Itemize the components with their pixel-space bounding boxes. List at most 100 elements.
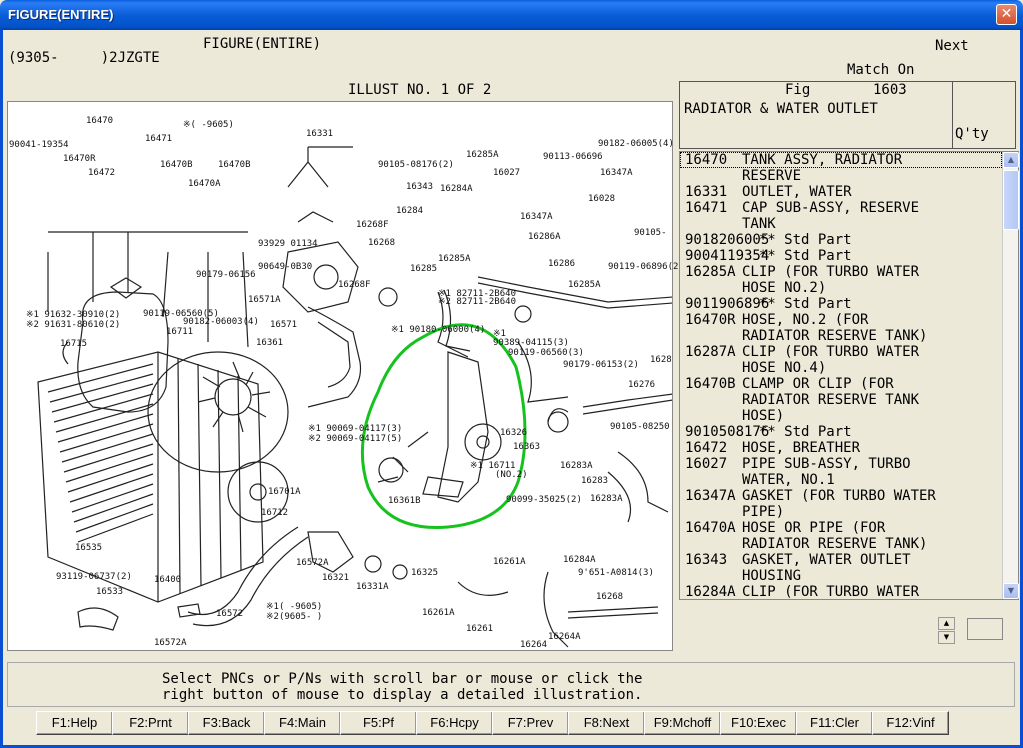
page-input[interactable]: [967, 618, 1003, 640]
diagram-label[interactable]: 90182-06003(4): [183, 317, 259, 327]
diagram-label[interactable]: 16284A: [563, 555, 596, 565]
diagram-label[interactable]: 16286: [548, 259, 575, 269]
diagram-label[interactable]: 90119-06896(2): [608, 262, 684, 272]
parts-scrollbar[interactable]: ▲ ▼: [1002, 152, 1019, 599]
part-row[interactable]: RADIATOR RESERVE TANK): [680, 536, 1002, 552]
part-row[interactable]: 16027 PIPE SUB-ASSY, TURBO: [680, 456, 1002, 472]
diagram-label[interactable]: 16326: [500, 428, 527, 438]
part-row[interactable]: 9011906896 ** Std Part: [680, 296, 1002, 312]
diagram-label[interactable]: 16261A: [493, 557, 526, 567]
part-row[interactable]: HOUSING: [680, 568, 1002, 584]
diagram-label[interactable]: 16283A: [560, 461, 593, 471]
part-row[interactable]: HOSE NO.4): [680, 360, 1002, 376]
diagram-label[interactable]: 16470A: [188, 179, 221, 189]
scroll-up-button[interactable]: ▲: [1003, 152, 1019, 168]
diagram-label[interactable]: 16286A: [528, 232, 561, 242]
diagram-label[interactable]: 16470B: [160, 160, 193, 170]
f8-next-button[interactable]: F8:Next: [568, 711, 645, 735]
page-down-spinner[interactable]: ▼: [938, 631, 955, 644]
part-row[interactable]: PIPE): [680, 504, 1002, 520]
part-row[interactable]: 16284A CLIP (FOR TURBO WATER: [680, 584, 1002, 599]
part-row[interactable]: RESERVE: [680, 168, 1002, 184]
f9-matchoff-button[interactable]: F9:Mchoff: [644, 711, 721, 735]
part-row[interactable]: 9018206005 ** Std Part: [680, 232, 1002, 248]
diagram-label[interactable]: 16264A: [548, 632, 581, 642]
diagram-label[interactable]: 16701A: [268, 487, 301, 497]
diagram-label[interactable]: 16470: [86, 116, 113, 126]
diagram-label[interactable]: 90105-08250: [610, 422, 670, 432]
part-row[interactable]: RADIATOR RESERVE TANK): [680, 328, 1002, 344]
diagram-label[interactable]: ※1 90180-06000(4): [391, 325, 485, 335]
part-row[interactable]: 16347A GASKET (FOR TURBO WATER: [680, 488, 1002, 504]
diagram-label[interactable]: 16321: [322, 573, 349, 583]
f1-help-button[interactable]: F1:Help: [36, 711, 113, 735]
scroll-thumb[interactable]: [1003, 170, 1019, 230]
diagram-label[interactable]: 16285A: [466, 150, 499, 160]
part-row[interactable]: 9004119354 ** Std Part: [680, 248, 1002, 264]
diagram-label[interactable]: 16712: [261, 508, 288, 518]
f4-main-button[interactable]: F4:Main: [264, 711, 341, 735]
diagram-label[interactable]: 16571A: [248, 295, 281, 305]
diagram-label[interactable]: 16572A: [296, 558, 329, 568]
illustration-panel[interactable]: 16470 16471 16472 16470R 16470B 16470A 1…: [7, 101, 684, 651]
diagram-label[interactable]: 16285A: [438, 254, 471, 264]
diagram-label[interactable]: 16268F: [338, 280, 371, 290]
part-row[interactable]: TANK: [680, 216, 1002, 232]
f3-back-button[interactable]: F3:Back: [188, 711, 265, 735]
part-row[interactable]: HOSE): [680, 408, 1002, 424]
diagram-label[interactable]: 16470B: [218, 160, 251, 170]
close-button[interactable]: ✕: [996, 4, 1017, 25]
part-row[interactable]: 16470 TANK ASSY, RADIATOR: [680, 152, 1002, 168]
diagram-label[interactable]: 90113-06696: [543, 152, 603, 162]
diagram-label[interactable]: 16261: [466, 624, 493, 634]
diagram-label[interactable]: 16535: [75, 543, 102, 553]
diagram-label[interactable]: ※1 91632-30910(2): [26, 310, 120, 320]
diagram-label[interactable]: 16284A: [440, 184, 473, 194]
diagram-label[interactable]: 16361: [256, 338, 283, 348]
diagram-label[interactable]: 90119-06560(3): [508, 348, 584, 358]
diagram-label[interactable]: 16285A: [568, 280, 601, 290]
diagram-label[interactable]: 90105-: [634, 228, 667, 238]
part-row[interactable]: 16471 CAP SUB-ASSY, RESERVE: [680, 200, 1002, 216]
diagram-label[interactable]: ※2 90069-04117(5): [308, 434, 402, 444]
diagram-label[interactable]: 16533: [96, 587, 123, 597]
diagram-label[interactable]: 16268: [368, 238, 395, 248]
diagram-label[interactable]: 16268: [596, 592, 623, 602]
part-row[interactable]: 16470B CLAMP OR CLIP (FOR: [680, 376, 1002, 392]
diagram-label[interactable]: 16400: [154, 575, 181, 585]
diagram-label[interactable]: 90649-0B30: [258, 262, 312, 272]
diagram-label[interactable]: 1628: [650, 355, 672, 365]
diagram-label[interactable]: 90105-08176(2): [378, 160, 454, 170]
diagram-label[interactable]: 16331: [306, 129, 333, 139]
diagram-label[interactable]: 93929 01134: [258, 239, 318, 249]
diagram-label[interactable]: 16361B: [388, 496, 421, 506]
f12-vinfo-button[interactable]: F12:Vinf: [872, 711, 949, 735]
diagram-label[interactable]: 16472: [88, 168, 115, 178]
part-row[interactable]: WATER, NO.1: [680, 472, 1002, 488]
diagram-label[interactable]: 16471: [145, 134, 172, 144]
diagram-label[interactable]: 16343: [406, 182, 433, 192]
part-row[interactable]: HOSE NO.2): [680, 280, 1002, 296]
diagram-label[interactable]: 16284: [396, 206, 423, 216]
diagram-label[interactable]: 90389-04115(3): [493, 338, 569, 348]
part-row[interactable]: 16470A HOSE OR PIPE (FOR: [680, 520, 1002, 536]
part-row[interactable]: RADIATOR RESERVE TANK: [680, 392, 1002, 408]
diagram-label[interactable]: ※1 82711-2B640: [438, 289, 516, 299]
diagram-label[interactable]: 16347A: [520, 212, 553, 222]
diagram-label[interactable]: 16571: [270, 320, 297, 330]
diagram-label[interactable]: 9'651-A0814(3): [578, 568, 654, 578]
part-row[interactable]: 16343 GASKET, WATER OUTLET: [680, 552, 1002, 568]
part-row[interactable]: 16287A CLIP (FOR TURBO WATER: [680, 344, 1002, 360]
f2-print-button[interactable]: F2:Prnt: [112, 711, 189, 735]
part-row[interactable]: 16470R HOSE, NO.2 (FOR: [680, 312, 1002, 328]
diagram-label[interactable]: 16276: [628, 380, 655, 390]
f7-prev-button[interactable]: F7:Prev: [492, 711, 569, 735]
part-row[interactable]: 9010508176 ** Std Part: [680, 424, 1002, 440]
diagram-label[interactable]: 90182-06005(4): [598, 139, 674, 149]
diagram-label[interactable]: 90099-35025(2): [506, 495, 582, 505]
diagram-label[interactable]: 93119-06737(2): [56, 572, 132, 582]
f10-exec-button[interactable]: F10:Exec: [720, 711, 797, 735]
part-row[interactable]: 16331 OUTLET, WATER: [680, 184, 1002, 200]
part-row[interactable]: 16472 HOSE, BREATHER: [680, 440, 1002, 456]
diagram-label[interactable]: ※1 90069-04117(3): [308, 424, 402, 434]
